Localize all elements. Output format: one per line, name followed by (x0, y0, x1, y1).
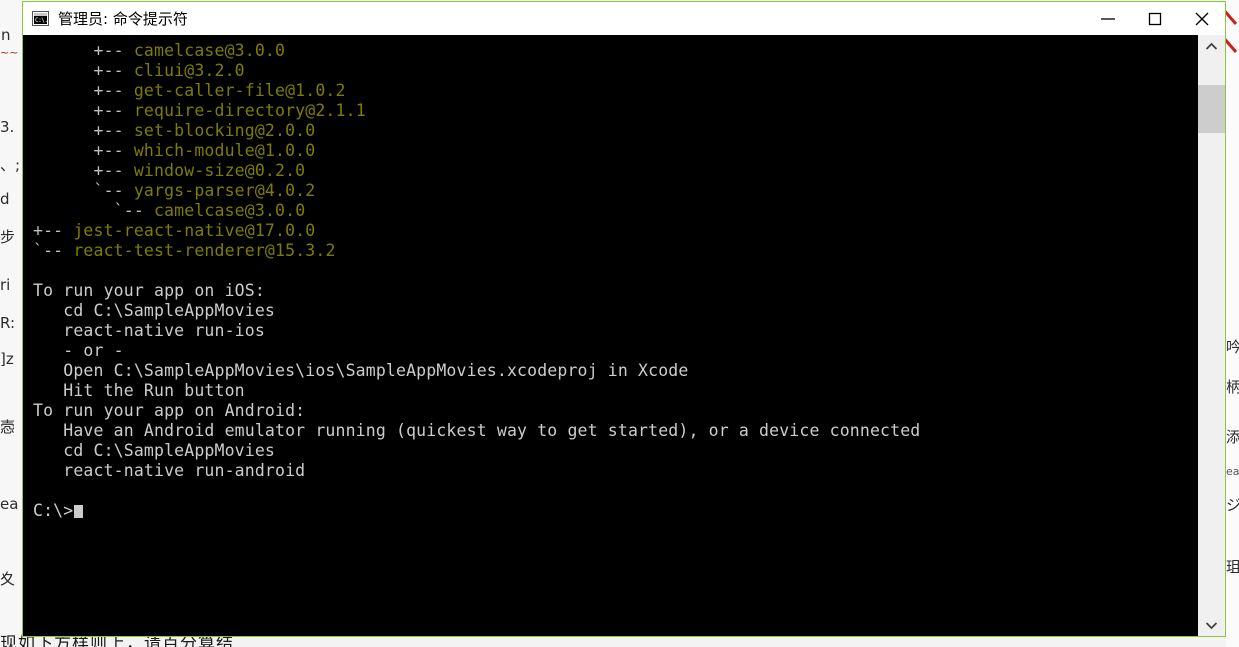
background-glyph: R: (0, 314, 16, 332)
cmd-console-icon (32, 11, 49, 26)
tree-branch-glyph: +-- (33, 161, 134, 180)
background-glyph: 柄 (1226, 378, 1239, 396)
package-name: yargs-parser@4.0.2 (133, 181, 316, 200)
background-left-strip: n ~~ 3. 、; d 步 ri R: ]z 悫 ea 夊 (0, 0, 22, 647)
close-icon (1195, 12, 1208, 25)
background-glyph: 夊 (0, 570, 16, 588)
background-glyph: 悫 (0, 418, 16, 436)
console-line: C:\> (33, 501, 1198, 521)
console-line: +-- require-directory@2.1.1 (33, 101, 1198, 121)
console-line: +-- which-module@1.0.0 (33, 141, 1198, 161)
chevron-up-icon (1205, 42, 1218, 50)
background-glyph: 、; (0, 156, 21, 174)
background-glyph: d (0, 190, 10, 208)
tree-branch-glyph: `-- (33, 241, 74, 260)
tree-branch-glyph: `-- (33, 181, 134, 200)
console-line: cd C:\SampleAppMovies (33, 441, 276, 460)
minimize-button[interactable] (1084, 2, 1131, 35)
package-name: set-blocking@2.0.0 (133, 121, 316, 140)
scroll-down-button[interactable] (1198, 614, 1225, 636)
tree-branch-glyph: +-- (33, 121, 134, 140)
window-title: 管理员: 命令提示符 (58, 10, 188, 28)
console-line: cd C:\SampleAppMovies (33, 301, 276, 320)
background-glyph: 珇 (1226, 558, 1239, 576)
text-cursor (74, 505, 84, 518)
console-line: `-- react-test-renderer@15.3.2 (33, 241, 1198, 261)
background-right-strip: 吟 柄 添 ea ジ 珇 (1226, 0, 1239, 647)
console-line: Have an Android emulator running (quicke… (33, 421, 921, 440)
console-line: +-- window-size@0.2.0 (33, 161, 1198, 181)
tree-branch-glyph: +-- (33, 41, 134, 60)
tree-branch-glyph: +-- (33, 61, 134, 80)
minimize-icon (1100, 17, 1115, 20)
background-glyph: n (1, 26, 11, 44)
console-line: To run your app on Android: (33, 401, 306, 420)
tree-branch-glyph: +-- (33, 141, 134, 160)
console-line: +-- camelcase@3.0.0 (33, 41, 1198, 61)
console-line: +-- set-blocking@2.0.0 (33, 121, 1198, 141)
package-name: cliui@3.2.0 (133, 61, 245, 80)
background-glyph: ジ (1226, 496, 1239, 514)
background-glyph: 步 (0, 228, 16, 246)
scrollbar-track[interactable] (1198, 57, 1225, 614)
tree-branch-glyph: +-- (33, 221, 74, 240)
package-name: get-caller-file@1.0.2 (133, 81, 346, 100)
console-line: Open C:\SampleAppMovies\ios\SampleAppMov… (33, 361, 689, 380)
background-glyph: 3. (0, 118, 15, 136)
background-glyph: ]z (0, 350, 14, 368)
maximize-button[interactable] (1131, 2, 1178, 35)
background-glyph: 吟 (1226, 338, 1239, 356)
package-name: jest-react-native@17.0.0 (73, 221, 316, 240)
package-name: camelcase@3.0.0 (133, 41, 286, 60)
background-glyph: ea (1226, 465, 1239, 478)
console-line: To run your app on iOS: (33, 281, 265, 300)
background-glyph: ea (0, 495, 19, 513)
package-name: which-module@1.0.0 (133, 141, 316, 160)
vertical-scrollbar[interactable] (1198, 35, 1225, 636)
window-controls (1084, 2, 1225, 35)
console-line: Hit the Run button (33, 381, 245, 400)
screenshot-root: n ~~ 3. 、; d 步 ri R: ]z 悫 ea 夊 吟 柄 添 ea … (0, 0, 1239, 647)
window-titlebar[interactable]: 管理员: 命令提示符 (23, 2, 1225, 35)
tree-branch-glyph: +-- (33, 81, 134, 100)
package-name: require-directory@2.1.1 (133, 101, 366, 120)
package-name: camelcase@3.0.0 (154, 201, 306, 220)
console-line: +-- cliui@3.2.0 (33, 61, 1198, 81)
background-glyph: ri (0, 276, 11, 294)
console-line: +-- get-caller-file@1.0.2 (33, 81, 1198, 101)
console-line: `-- camelcase@3.0.0 (33, 201, 1198, 221)
console-line: react-native run-android (33, 461, 306, 480)
package-name: react-test-renderer@15.3.2 (73, 241, 336, 260)
console-line: react-native run-ios (33, 321, 265, 340)
console-line: - or - (33, 341, 124, 360)
close-button[interactable] (1178, 2, 1225, 35)
console-line: `-- yargs-parser@4.0.2 (33, 181, 1198, 201)
tree-branch-glyph: +-- (33, 101, 134, 120)
tree-branch-glyph: `-- (33, 201, 155, 220)
command-prompt-window[interactable]: 管理员: 命令提示符 (22, 1, 1226, 637)
shell-prompt: C:\> (33, 501, 74, 520)
package-name: window-size@0.2.0 (133, 161, 306, 180)
scroll-up-button[interactable] (1198, 35, 1225, 57)
chevron-down-icon (1205, 621, 1218, 629)
window-body: +-- camelcase@3.0.0 +-- cliui@3.2.0 +-- … (23, 35, 1225, 636)
background-glyph: ~~ (0, 46, 19, 59)
console-line: +-- jest-react-native@17.0.0 (33, 221, 1198, 241)
console-output[interactable]: +-- camelcase@3.0.0 +-- cliui@3.2.0 +-- … (23, 35, 1198, 636)
scrollbar-thumb[interactable] (1198, 85, 1225, 133)
background-glyph: 添 (1226, 428, 1239, 446)
maximize-icon (1148, 12, 1161, 25)
